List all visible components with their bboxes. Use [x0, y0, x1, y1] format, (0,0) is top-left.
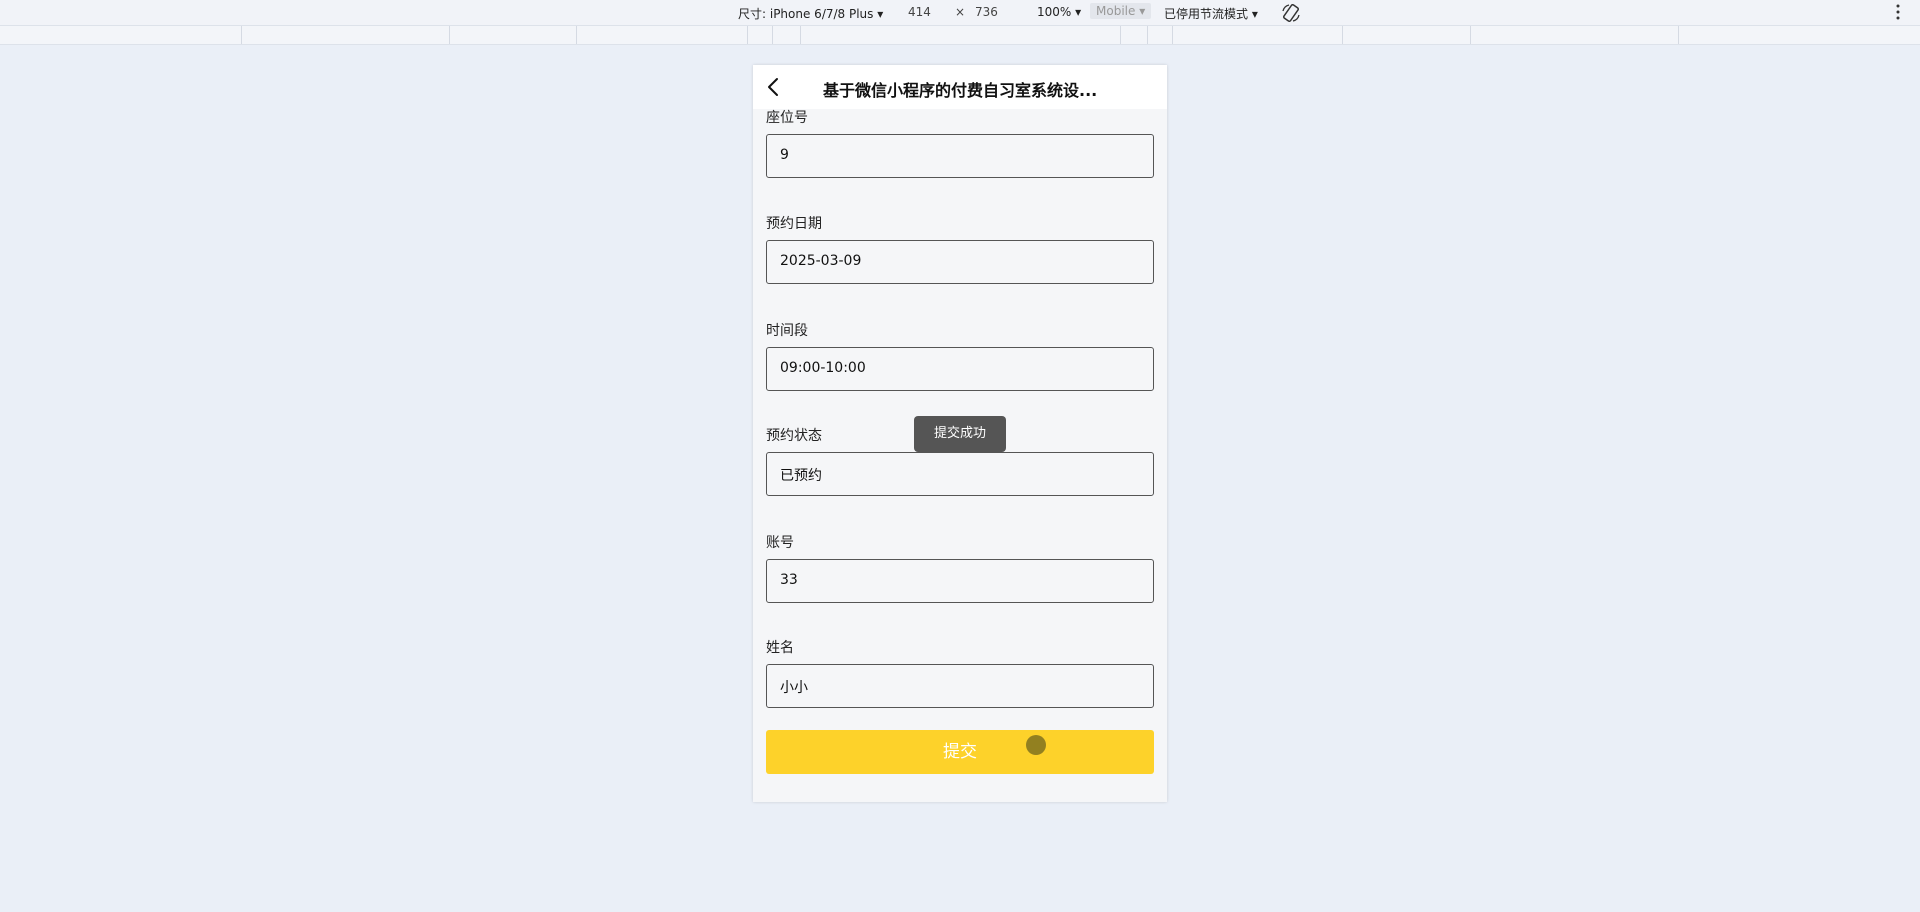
page-title: 基于微信小程序的付费自习室系统设...	[823, 81, 1098, 100]
name-value: 小小	[780, 680, 808, 696]
account-value: 33	[780, 572, 798, 588]
nav-bar: 基于微信小程序的付费自习室系统设...	[753, 65, 1167, 109]
back-arrow-icon[interactable]	[763, 76, 785, 98]
device-label: 尺寸: iPhone 6/7/8 Plus	[738, 7, 874, 21]
touch-cursor	[1026, 735, 1046, 755]
device-selector[interactable]: 尺寸: iPhone 6/7/8 Plus ▾	[738, 5, 883, 22]
chevron-down-icon: ▾	[1075, 5, 1082, 19]
chevron-down-icon: ▾	[1139, 4, 1146, 18]
width-input[interactable]: 414	[908, 5, 931, 19]
seat-number-label: 座位号	[766, 110, 808, 126]
chevron-down-icon: ▾	[877, 7, 884, 21]
height-input[interactable]: 736	[975, 5, 998, 19]
success-toast: 提交成功	[914, 416, 1006, 452]
time-slot-field[interactable]: 09:00-10:00	[766, 347, 1154, 391]
reservation-status-field[interactable]: 已预约	[766, 452, 1154, 496]
reservation-status-label: 预约状态	[766, 428, 822, 444]
reservation-date-field[interactable]: 2025-03-09	[766, 240, 1154, 284]
seat-number-field[interactable]: 9	[766, 134, 1154, 178]
chevron-down-icon: ▾	[1251, 7, 1258, 21]
phone-viewport: 基于微信小程序的付费自习室系统设... 座位号 9 预约日期 2025-03-0…	[753, 65, 1167, 802]
media-query-ruler	[0, 26, 1920, 45]
name-field[interactable]: 小小	[766, 664, 1154, 708]
reservation-date-label: 预约日期	[766, 216, 822, 232]
zoom-selector[interactable]: 100% ▾	[1037, 5, 1081, 19]
throttle-selector[interactable]: 已停用节流模式 ▾	[1164, 5, 1258, 22]
throttle-label: 已停用节流模式	[1164, 7, 1249, 21]
mobile-label: Mobile	[1096, 4, 1136, 18]
mobile-selector[interactable]: Mobile ▾	[1090, 3, 1152, 19]
name-label: 姓名	[766, 640, 794, 656]
seat-number-value: 9	[780, 147, 789, 163]
account-label: 账号	[766, 535, 794, 551]
rotate-icon[interactable]	[1281, 3, 1301, 23]
devtools-toolbar: 尺寸: iPhone 6/7/8 Plus ▾ 414 × 736 100% ▾…	[0, 0, 1920, 26]
reservation-date-value: 2025-03-09	[780, 253, 862, 269]
more-options-icon[interactable]	[1893, 3, 1903, 21]
time-slot-value: 09:00-10:00	[780, 360, 866, 376]
zoom-label: 100%	[1037, 5, 1072, 19]
time-slot-label: 时间段	[766, 323, 808, 339]
times-sign: ×	[955, 5, 966, 19]
account-field[interactable]: 33	[766, 559, 1154, 603]
submit-button[interactable]: 提交	[766, 730, 1154, 774]
reservation-status-value: 已预约	[780, 468, 822, 484]
